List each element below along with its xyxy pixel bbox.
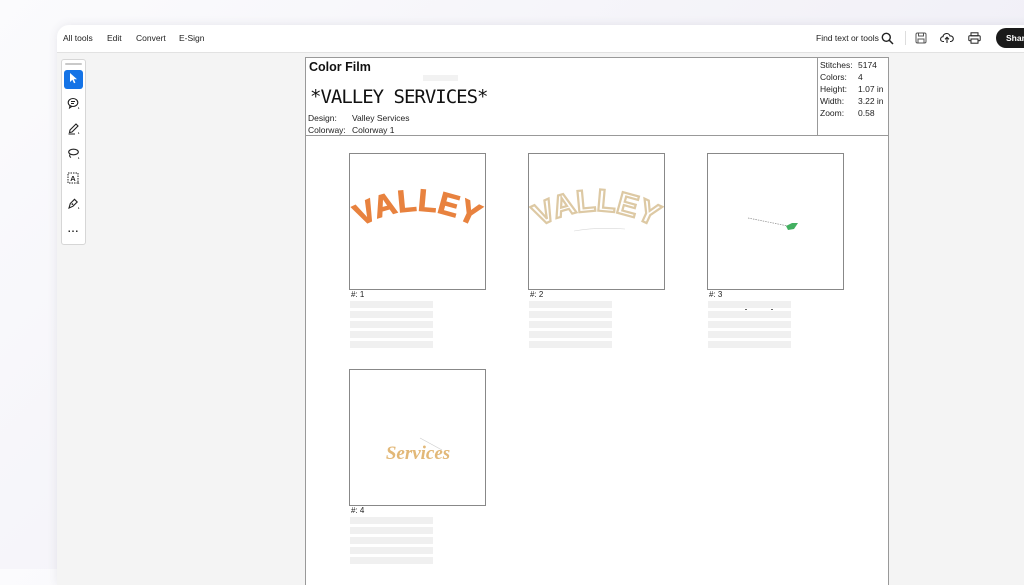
placeholder-row <box>708 321 791 328</box>
stat-value: 1.07 in <box>858 84 884 94</box>
panel-grip[interactable] <box>65 63 82 65</box>
menu-all-tools[interactable]: All tools <box>63 33 93 43</box>
stat-label: Width: <box>820 96 845 106</box>
film-caption: #: 3 <box>709 290 723 299</box>
document-title: Color Film <box>309 60 371 74</box>
placeholder-row <box>350 311 433 318</box>
color-film-frame-1: VALLEY <box>348 153 488 290</box>
design-name-large: *VALLEY SERVICES* <box>310 86 488 108</box>
placeholder-row <box>350 547 433 554</box>
share-button[interactable]: Share <box>996 28 1024 48</box>
film-1-artwork: VALLEY <box>348 182 488 233</box>
placeholder-row <box>708 341 791 348</box>
film-caption: #: 4 <box>351 506 365 515</box>
find-text-or-tools-button[interactable]: Find text or tools <box>816 33 879 43</box>
stray-dot <box>745 309 747 310</box>
page-header: Color Film *VALLEY SERVICES* Design: Val… <box>306 58 888 136</box>
placeholder-row <box>708 301 791 308</box>
placeholder-row <box>350 321 433 328</box>
film-3-artwork <box>747 217 798 230</box>
stat-value: 4 <box>858 72 863 82</box>
text-box-tool-button[interactable]: A <box>64 171 83 190</box>
placeholder-row <box>529 301 612 308</box>
placeholder-row <box>350 537 433 544</box>
lasso-tool-button[interactable] <box>64 146 83 165</box>
placeholder-row <box>529 311 612 318</box>
print-icon[interactable] <box>967 31 981 45</box>
design-label: Design: <box>308 113 337 123</box>
select-arrow-icon <box>68 71 79 89</box>
placeholder-row <box>708 331 791 338</box>
stat-label: Zoom: <box>820 108 845 118</box>
color-film-frame-2: VALLEY <box>526 153 667 290</box>
sign-tool-button[interactable] <box>64 196 83 215</box>
placeholder-row <box>529 341 612 348</box>
stray-dot <box>771 309 773 310</box>
film-caption: #: 1 <box>351 290 365 299</box>
menu-convert[interactable]: Convert <box>136 33 166 43</box>
quick-tools-panel: A ... <box>61 59 86 245</box>
pen-icon <box>67 122 80 140</box>
toolbar-divider <box>905 31 906 45</box>
film-art-text: VALLEY <box>348 182 488 233</box>
pdf-page: Color Film *VALLEY SERVICES* Design: Val… <box>305 57 889 585</box>
select-tool-button[interactable] <box>64 70 83 89</box>
film-2-artwork: VALLEY <box>526 182 667 234</box>
draw-tool-button[interactable] <box>64 121 83 140</box>
menu-edit[interactable]: Edit <box>107 33 122 43</box>
header-divider <box>817 58 818 135</box>
upload-cloud-icon[interactable] <box>940 31 954 45</box>
more-tools-button[interactable]: ... <box>64 220 83 239</box>
placeholder-row <box>350 517 433 524</box>
placeholder-row <box>529 331 612 338</box>
stat-value: 5174 <box>858 60 877 70</box>
design-value: Valley Services <box>352 113 410 123</box>
comment-tool-button[interactable] <box>64 96 83 115</box>
svg-text:VALLEY: VALLEY <box>350 183 485 233</box>
stat-label: Height: <box>820 84 847 94</box>
film-art-text: VALLEY <box>526 182 667 234</box>
color-film-frame-4: Services <box>349 369 486 506</box>
placeholder-row <box>350 527 433 534</box>
svg-text:VALLEY: VALLEY <box>529 183 664 233</box>
redacted-block <box>423 75 458 81</box>
stat-label: Stitches: <box>820 60 853 70</box>
stat-value: 0.58 <box>858 108 875 118</box>
film-art-text: Services <box>386 443 450 464</box>
stat-label: Colors: <box>820 72 847 82</box>
text-box-icon: A <box>67 172 80 190</box>
colorway-label: Colorway: <box>308 125 346 135</box>
film-4-artwork: Services <box>386 437 450 464</box>
placeholder-row <box>350 557 433 564</box>
film-caption: #: 2 <box>530 290 544 299</box>
placeholder-row <box>350 331 433 338</box>
placeholder-row <box>708 311 791 318</box>
save-icon[interactable] <box>914 31 928 45</box>
placeholder-row <box>350 341 433 348</box>
pdf-viewer-window: All tools Edit Convert E-Sign Find text … <box>57 25 1024 585</box>
color-film-frame-3 <box>707 153 844 290</box>
placeholder-row <box>350 301 433 308</box>
search-icon[interactable] <box>880 31 894 45</box>
placeholder-row <box>529 321 612 328</box>
comment-icon <box>67 97 80 115</box>
colorway-value: Colorway 1 <box>352 125 395 135</box>
lasso-icon <box>67 147 80 165</box>
top-toolbar: All tools Edit Convert E-Sign Find text … <box>57 25 1024 53</box>
signature-pen-icon <box>67 197 80 215</box>
more-icon: ... <box>67 223 80 235</box>
menu-e-sign[interactable]: E-Sign <box>179 33 205 43</box>
stat-value: 3.22 in <box>858 96 884 106</box>
svg-text:A: A <box>70 174 76 183</box>
